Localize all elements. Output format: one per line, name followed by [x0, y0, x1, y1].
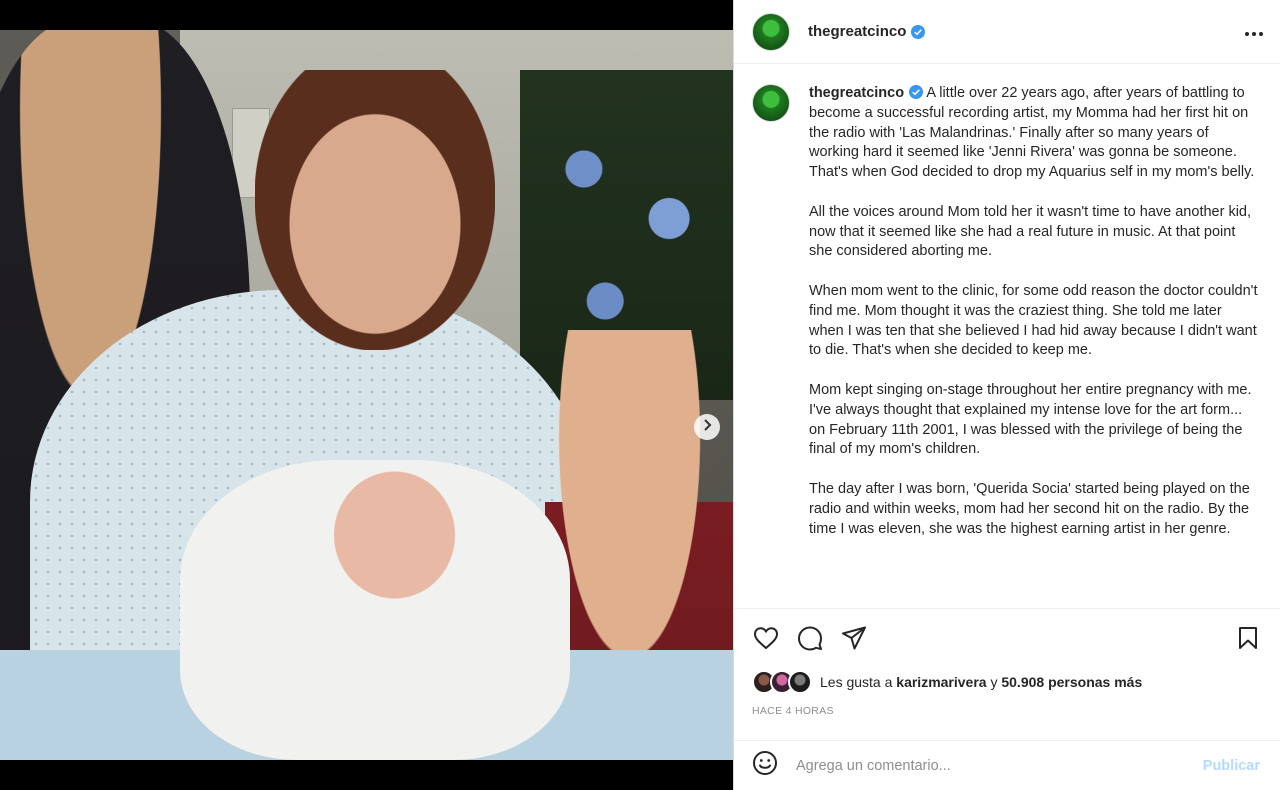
post-timestamp[interactable]: HACE 4 HORAS [734, 697, 1280, 717]
post-photo[interactable] [0, 30, 733, 760]
likes-summary: Les gusta a karizmarivera y 50.908 perso… [734, 667, 1280, 697]
caption-avatar[interactable] [752, 84, 790, 122]
likes-others-link[interactable]: 50.908 personas más [1001, 674, 1142, 690]
verified-badge-icon [909, 85, 924, 99]
caption-paragraph: thegreatcinco A little over 22 years ago… [809, 85, 1255, 181]
likes-connector: y [990, 674, 998, 690]
caption-paragraph: Mom kept singing on-stage throughout her… [809, 381, 1252, 458]
likes-user-link[interactable]: karizmarivera [896, 674, 986, 690]
overlay-bottom-bar [0, 760, 733, 790]
carousel-next-button[interactable] [694, 414, 720, 440]
smiley-icon[interactable] [752, 750, 778, 781]
caption-paragraph: All the voices around Mom told her it wa… [809, 203, 1252, 260]
header-username[interactable]: thegreatcinco [808, 23, 906, 40]
paper-plane-icon[interactable] [840, 624, 868, 652]
likes-prefix: Les gusta a [820, 674, 893, 690]
caption-paragraph: The day after I was born, 'Querida Socia… [809, 480, 1250, 537]
heart-icon[interactable] [752, 624, 780, 652]
liker-avatars[interactable] [752, 670, 812, 694]
comment-input[interactable] [794, 756, 1197, 775]
photo-person-woman [255, 70, 495, 350]
verified-badge-icon [911, 24, 926, 39]
avatar[interactable] [752, 12, 790, 51]
comment-bar: Publicar [734, 740, 1280, 790]
caption-paragraph: When mom went to the clinic, for some od… [809, 282, 1258, 359]
post-side-panel: thegreatcinco thegreatcinco A little ove… [733, 0, 1280, 790]
post-actions-area: Les gusta a karizmarivera y 50.908 perso… [734, 608, 1280, 717]
avatar [788, 670, 812, 694]
photo-baby [180, 460, 570, 760]
post-caption: thegreatcinco A little over 22 years ago… [752, 80, 1262, 610]
more-options-button[interactable] [1244, 20, 1264, 43]
chevron-right-icon [702, 418, 712, 436]
caption-text: thegreatcinco A little over 22 years ago… [809, 84, 1259, 559]
bookmark-icon[interactable] [1234, 624, 1262, 652]
comment-icon[interactable] [796, 624, 824, 652]
action-bar [734, 609, 1280, 667]
more-horizontal-icon [1245, 32, 1263, 36]
publish-button[interactable]: Publicar [1197, 757, 1266, 775]
caption-username[interactable]: thegreatcinco [809, 85, 904, 101]
post-header: thegreatcinco [734, 0, 1280, 64]
